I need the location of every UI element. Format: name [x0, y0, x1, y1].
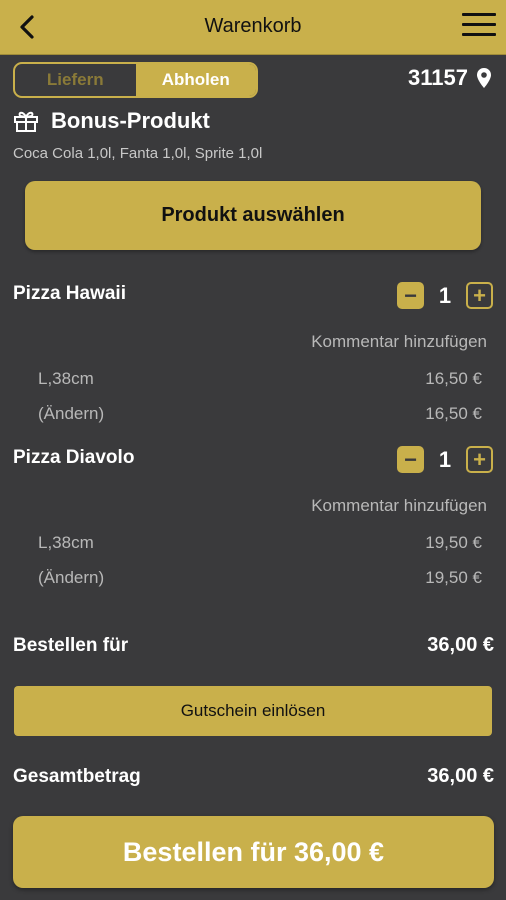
decrease-quantity-button[interactable]: − [397, 282, 424, 309]
item-change-price: 16,50 € [425, 404, 482, 423]
cart-item-name: Pizza Diavolo [13, 447, 135, 468]
increase-quantity-button[interactable]: + [466, 446, 493, 473]
top-app-bar: Warenkorb [0, 0, 506, 55]
gift-icon [14, 111, 38, 132]
total-label: Gesamtbetrag [13, 766, 141, 787]
toggle-option-liefern[interactable]: Liefern [15, 64, 136, 96]
delivery-mode-toggle: Liefern Abholen [13, 62, 258, 98]
total-value: 36,00 € [427, 765, 494, 787]
item-change-link[interactable]: (Ändern) [38, 404, 104, 424]
quantity-stepper: − 1 + [397, 446, 493, 473]
item-change-price: 19,50 € [425, 568, 482, 587]
item-change-link[interactable]: (Ändern) [38, 568, 104, 588]
page-title: Warenkorb [204, 15, 302, 37]
bonus-header: Bonus-Produkt [13, 108, 210, 134]
quantity-value: 1 [438, 282, 452, 308]
postal-code: 31157 [408, 65, 468, 90]
redeem-voucher-button[interactable]: Gutschein einlösen [14, 686, 492, 736]
add-comment-link[interactable]: Kommentar hinzufügen [311, 496, 487, 516]
location-selector[interactable]: 31157 [408, 65, 492, 91]
decrease-quantity-button[interactable]: − [397, 446, 424, 473]
bonus-subtitle: Coca Cola 1,0l, Fanta 1,0l, Sprite 1,0l [13, 145, 263, 162]
cart-item-name: Pizza Hawaii [13, 283, 126, 304]
add-comment-link[interactable]: Kommentar hinzufügen [311, 332, 487, 352]
quantity-value: 1 [438, 446, 452, 472]
menu-button[interactable] [462, 13, 496, 41]
bonus-title: Bonus-Produkt [51, 108, 210, 133]
increase-quantity-button[interactable]: + [466, 282, 493, 309]
item-size-label: L,38cm [38, 533, 94, 552]
quantity-stepper: − 1 + [397, 282, 493, 309]
hamburger-menu-icon [462, 13, 496, 36]
item-size-price: 19,50 € [425, 533, 482, 552]
order-for-label: Bestellen für [13, 635, 129, 656]
place-order-button[interactable]: Bestellen für 36,00 € [13, 816, 494, 888]
toggle-option-abholen[interactable]: Abholen [135, 64, 256, 96]
item-size-label: L,38cm [38, 369, 94, 388]
select-product-button[interactable]: Produkt auswählen [25, 181, 481, 250]
order-for-value: 36,00 € [427, 634, 494, 656]
item-size-price: 16,50 € [425, 369, 482, 388]
location-pin-icon [477, 68, 491, 88]
